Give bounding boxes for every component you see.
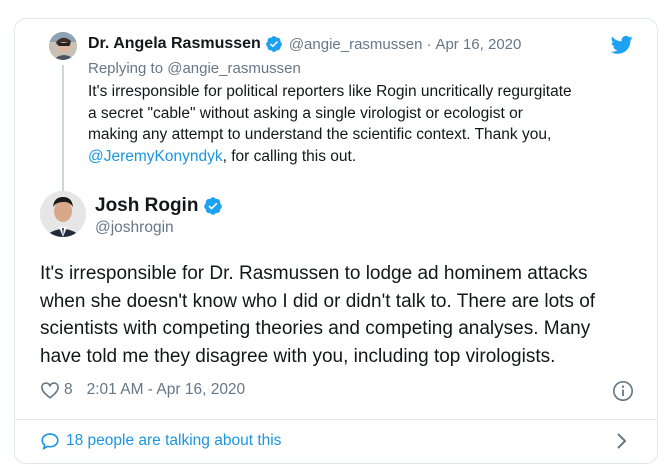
parent-text-line: It's irresponsible for political reporte… [88,83,572,100]
tweet-meta-row: 8 2:01 AM - Apr 16, 2020 [40,381,245,399]
divider [15,419,657,420]
like-count[interactable]: 8 [64,381,73,399]
tweet-timestamp[interactable]: 2:01 AM - Apr 16, 2020 [87,381,246,399]
main-text-line: when she doesn't know who I did or didn'… [40,290,596,312]
parent-tweet-header: Dr. Angela Rasmussen @angie_rasmussen · … [88,35,521,53]
tweet-embed-card: Dr. Angela Rasmussen @angie_rasmussen · … [14,18,658,464]
separator-dot: · [426,35,432,53]
speech-bubble-icon [41,433,59,450]
avatar[interactable] [49,32,77,60]
heart-icon[interactable] [40,381,60,399]
parent-text-tail: , for calling this out. [222,147,357,165]
tweet-date[interactable]: Apr 16, 2020 [435,36,521,53]
main-tweet-header: Josh Rogin [95,195,223,217]
info-icon[interactable] [612,380,634,402]
chevron-right-icon[interactable] [615,430,629,452]
author-name[interactable]: Dr. Angela Rasmussen [88,35,261,53]
main-text-line: have told me they disagree with you, inc… [40,345,556,367]
parent-text-line: making any attempt to understand the sci… [88,126,552,143]
verified-badge-icon [265,36,282,52]
verified-badge-icon [204,197,223,215]
parent-text-line: @JeremyKonyndyk, for calling this out. [88,146,638,168]
replying-to-label[interactable]: Replying to @angie_rasmussen [88,60,301,77]
conversation-text[interactable]: 18 people are talking about this [66,432,281,450]
twitter-bird-icon[interactable] [611,35,633,55]
author-handle[interactable]: @joshrogin [95,219,174,237]
parent-tweet[interactable]: Dr. Angela Rasmussen @angie_rasmussen · … [15,19,657,193]
conversation-link[interactable]: 18 people are talking about this [40,432,281,450]
mention-link[interactable]: @JeremyKonyndyk [88,148,223,165]
main-text-line: scientists with competing theories and c… [40,318,591,339]
main-tweet-text: It's irresponsible for Dr. Rasmussen to … [40,260,640,370]
thread-line [62,65,64,193]
parent-tweet-text: It's irresponsible for political reporte… [88,81,638,167]
author-name[interactable]: Josh Rogin [95,195,198,217]
parent-text-line: a secret "cable" without asking a single… [88,104,523,122]
main-text-line: It's irresponsible for Dr. Rasmussen to … [40,263,588,284]
avatar[interactable] [40,191,86,237]
author-handle[interactable]: @angie_rasmussen [289,36,423,53]
